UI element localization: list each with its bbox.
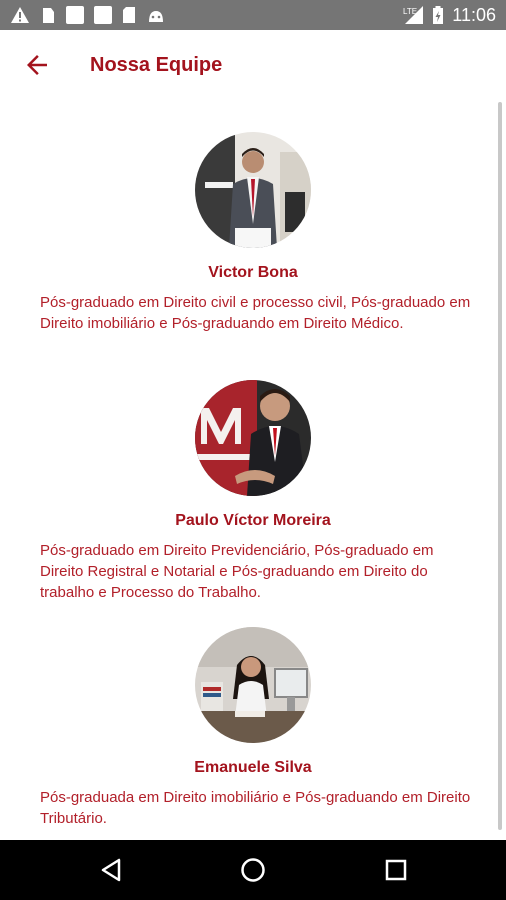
app-bar: Nossa Equipe xyxy=(0,30,506,102)
image-icon xyxy=(94,6,112,24)
recents-square-icon[interactable] xyxy=(382,856,410,884)
team-list[interactable]: Victor Bona Pós-graduado em Direito civi… xyxy=(0,102,506,840)
member-description: Pós-graduada em Direito imobiliário e Pó… xyxy=(40,789,471,827)
home-circle-icon[interactable] xyxy=(239,856,267,884)
member-name: Victor Bona xyxy=(208,264,298,281)
system-icons: LTE 11:06 xyxy=(402,0,496,30)
scrollbar[interactable] xyxy=(498,102,502,830)
clock: 11:06 xyxy=(452,4,496,25)
member-name: Emanuele Silva xyxy=(194,759,312,776)
back-triangle-icon[interactable] xyxy=(98,856,126,884)
arrow-left-icon[interactable] xyxy=(22,50,52,80)
svg-text:LTE: LTE xyxy=(403,7,417,16)
member-description: Pós-graduado em Direito Previdenciário, … xyxy=(40,542,434,601)
notification-icons xyxy=(10,5,166,25)
status-bar: LTE 11:06 xyxy=(0,0,506,30)
member-description: Pós-graduado em Direito civil e processo… xyxy=(40,294,471,332)
warning-icon xyxy=(11,7,29,23)
notification-icon xyxy=(43,8,54,23)
system-nav-bar xyxy=(0,840,506,900)
battery-charging-icon xyxy=(433,6,444,24)
page-title: Nossa Equipe xyxy=(90,54,223,76)
member-name: Paulo Víctor Moreira xyxy=(175,512,331,529)
sd-card-icon xyxy=(123,7,135,23)
image-icon xyxy=(66,6,84,24)
android-icon xyxy=(149,11,163,22)
lte-signal-icon: LTE xyxy=(403,6,424,24)
member-photo xyxy=(195,627,311,743)
member-photo xyxy=(195,132,311,248)
member-photo xyxy=(195,380,311,496)
